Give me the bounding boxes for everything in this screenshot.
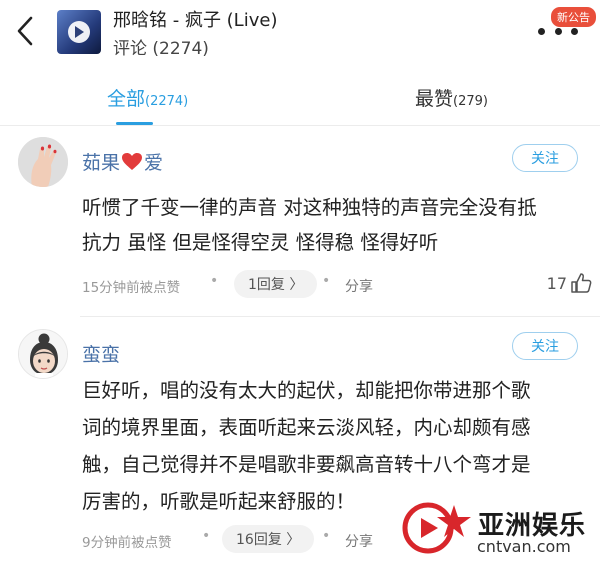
tab-count: (279) [453, 94, 488, 109]
more-dot-icon [571, 27, 578, 35]
album-cover[interactable] [57, 10, 101, 54]
chevron-left-icon [17, 16, 33, 46]
share-button[interactable]: 分享 [345, 531, 373, 551]
separator-dot: • [322, 528, 331, 544]
more-dot-icon [538, 27, 545, 35]
username[interactable]: 茹果爱 [82, 148, 163, 175]
follow-button[interactable]: 关注 [512, 144, 578, 172]
comment-item: 茹果爱 关注 听惯了千变一律的声音 对这种独特的声音完全没有抵 抗力 虽怪 但是… [0, 126, 600, 316]
watermark-url: cntvan.com [477, 537, 571, 556]
username[interactable]: 蛮蛮 [82, 340, 120, 367]
comment-meta: 15分钟前被点赞 • 1回复 〉 • 分享 17 [82, 268, 592, 300]
tab-all[interactable]: 全部(2274) [107, 84, 188, 111]
timestamp: 15分钟前被点赞 [82, 280, 181, 296]
top-bar: 邢晗铭 - 疯子 (Live) 评论 (2274) 新公告 [0, 0, 600, 62]
avatar[interactable] [18, 329, 68, 379]
timestamp: 9分钟前被点赞 [82, 535, 172, 551]
avatar[interactable] [18, 137, 68, 187]
like-count: 17 [546, 273, 567, 293]
reply-button[interactable]: 1回复 〉 [234, 270, 318, 298]
tab-count: (2274) [145, 94, 189, 109]
back-button[interactable] [8, 14, 42, 48]
comment-tabs: 全部(2274) 最赞(279) [0, 62, 600, 126]
more-dot-icon [554, 27, 562, 35]
watermark: 亚洲娱乐 cntvan.com [398, 497, 598, 561]
song-title: 邢晗铭 - 疯子 (Live) [113, 10, 278, 31]
comment-count: 评论 (2274) [113, 39, 209, 59]
tab-label: 全部 [107, 88, 146, 110]
like-button[interactable]: 17 [547, 272, 592, 294]
thumbs-up-icon [571, 273, 592, 293]
follow-button[interactable]: 关注 [512, 332, 578, 360]
separator-dot: • [322, 273, 331, 289]
more-options-button[interactable] [538, 22, 578, 40]
separator-dot: • [202, 528, 211, 544]
active-tab-indicator [116, 122, 153, 125]
watermark-logo-icon [402, 502, 471, 554]
tab-most-liked[interactable]: 最赞(279) [415, 84, 488, 111]
share-button[interactable]: 分享 [345, 276, 373, 296]
heart-icon [122, 153, 143, 170]
separator-dot: • [210, 273, 219, 289]
comment-text: 听惯了千变一律的声音 对这种独特的声音完全没有抵 抗力 虽怪 但是怪得空灵 怪得… [82, 196, 537, 254]
tab-label: 最赞 [415, 88, 454, 110]
play-icon [68, 21, 90, 43]
reply-button[interactable]: 16回复 〉 [222, 525, 315, 553]
divider [80, 316, 600, 317]
